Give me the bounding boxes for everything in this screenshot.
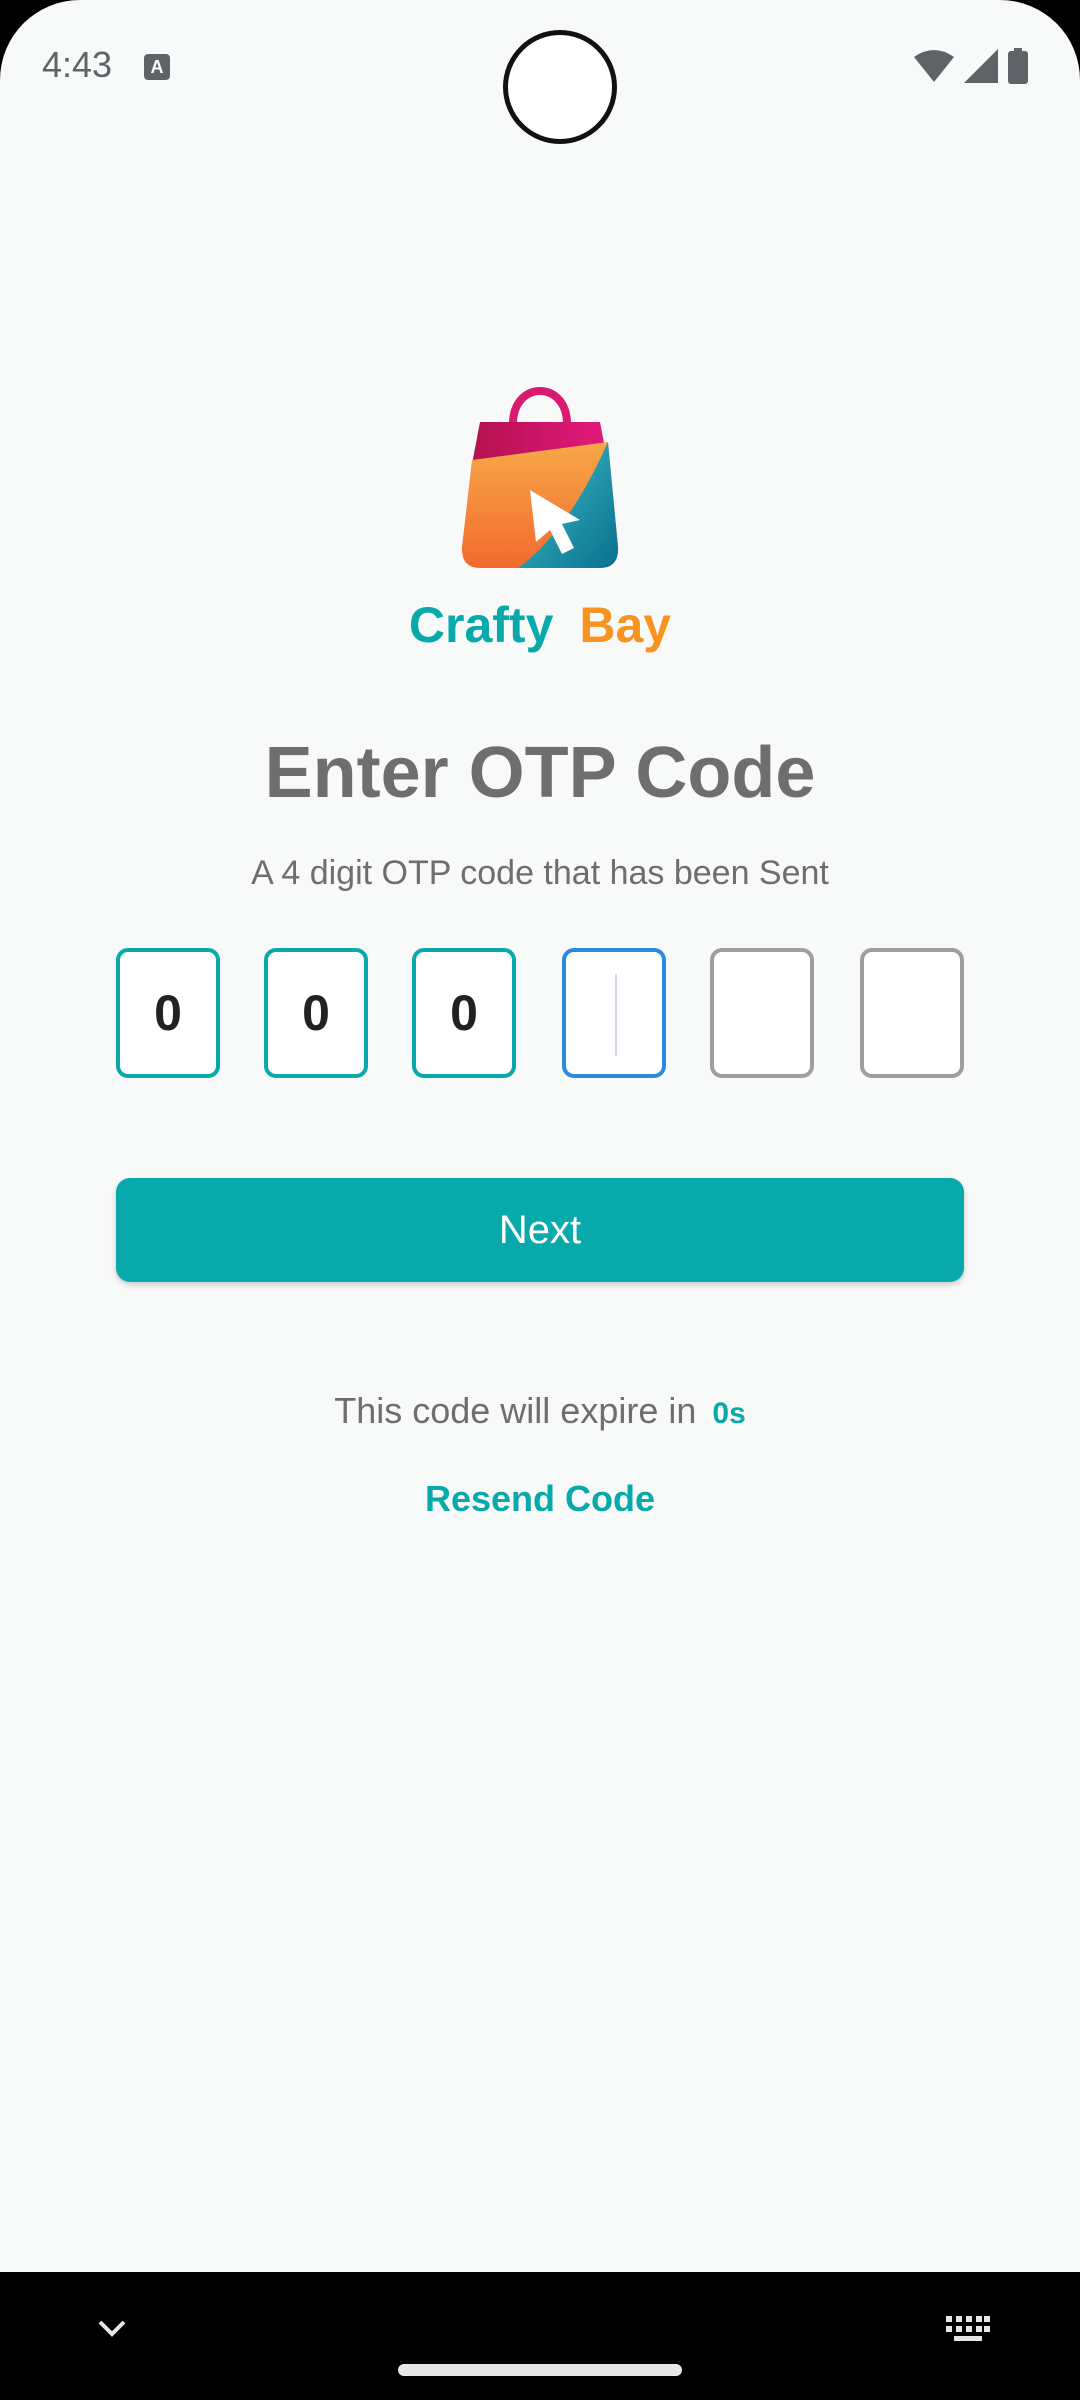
brand-name-bay: Bay: [579, 597, 672, 653]
signal-icon: [964, 49, 998, 83]
home-gesture-handle[interactable]: [398, 2364, 682, 2376]
status-time: 4:43: [42, 44, 113, 85]
next-button[interactable]: Next: [116, 1178, 964, 1282]
status-icons: [914, 46, 1028, 86]
a-icon: A: [144, 54, 170, 80]
otp-screen: 4:43 A Crafty Bay Enter OTP Code A 4 dig…: [0, 0, 1080, 2400]
wifi-icon: [914, 50, 954, 82]
navigation-bar: [0, 2272, 1080, 2400]
brand-name: Crafty Bay: [0, 596, 1080, 654]
shopping-bag-icon: [461, 387, 619, 568]
brand-name-crafty: Crafty: [408, 597, 554, 653]
page-title: Enter OTP Code: [264, 733, 816, 813]
otp-digit-5[interactable]: [710, 948, 814, 1078]
camera-cutout: [503, 30, 617, 144]
otp-digit-4[interactable]: [562, 948, 666, 1078]
otp-input-row: 0 0 0: [116, 948, 964, 1078]
expire-countdown: 0s: [712, 1397, 746, 1430]
otp-digit-1[interactable]: 0: [116, 948, 220, 1078]
chevron-down-icon[interactable]: [96, 2316, 128, 2340]
expire-text: This code will expire in 0s: [0, 1390, 1080, 1432]
battery-icon: [1008, 48, 1028, 84]
expire-label: This code will expire in: [334, 1390, 697, 1431]
otp-digit-2[interactable]: 0: [264, 948, 368, 1078]
keyboard-icon[interactable]: [946, 2316, 990, 2344]
text-cursor: [615, 974, 617, 1056]
page-subtitle: A 4 digit OTP code that has been Sent: [251, 854, 829, 892]
status-bar: 4:43 A: [0, 0, 1080, 144]
otp-digit-3[interactable]: 0: [412, 948, 516, 1078]
otp-digit-6[interactable]: [860, 948, 964, 1078]
resend-code-button[interactable]: Resend Code: [0, 1478, 1080, 1520]
